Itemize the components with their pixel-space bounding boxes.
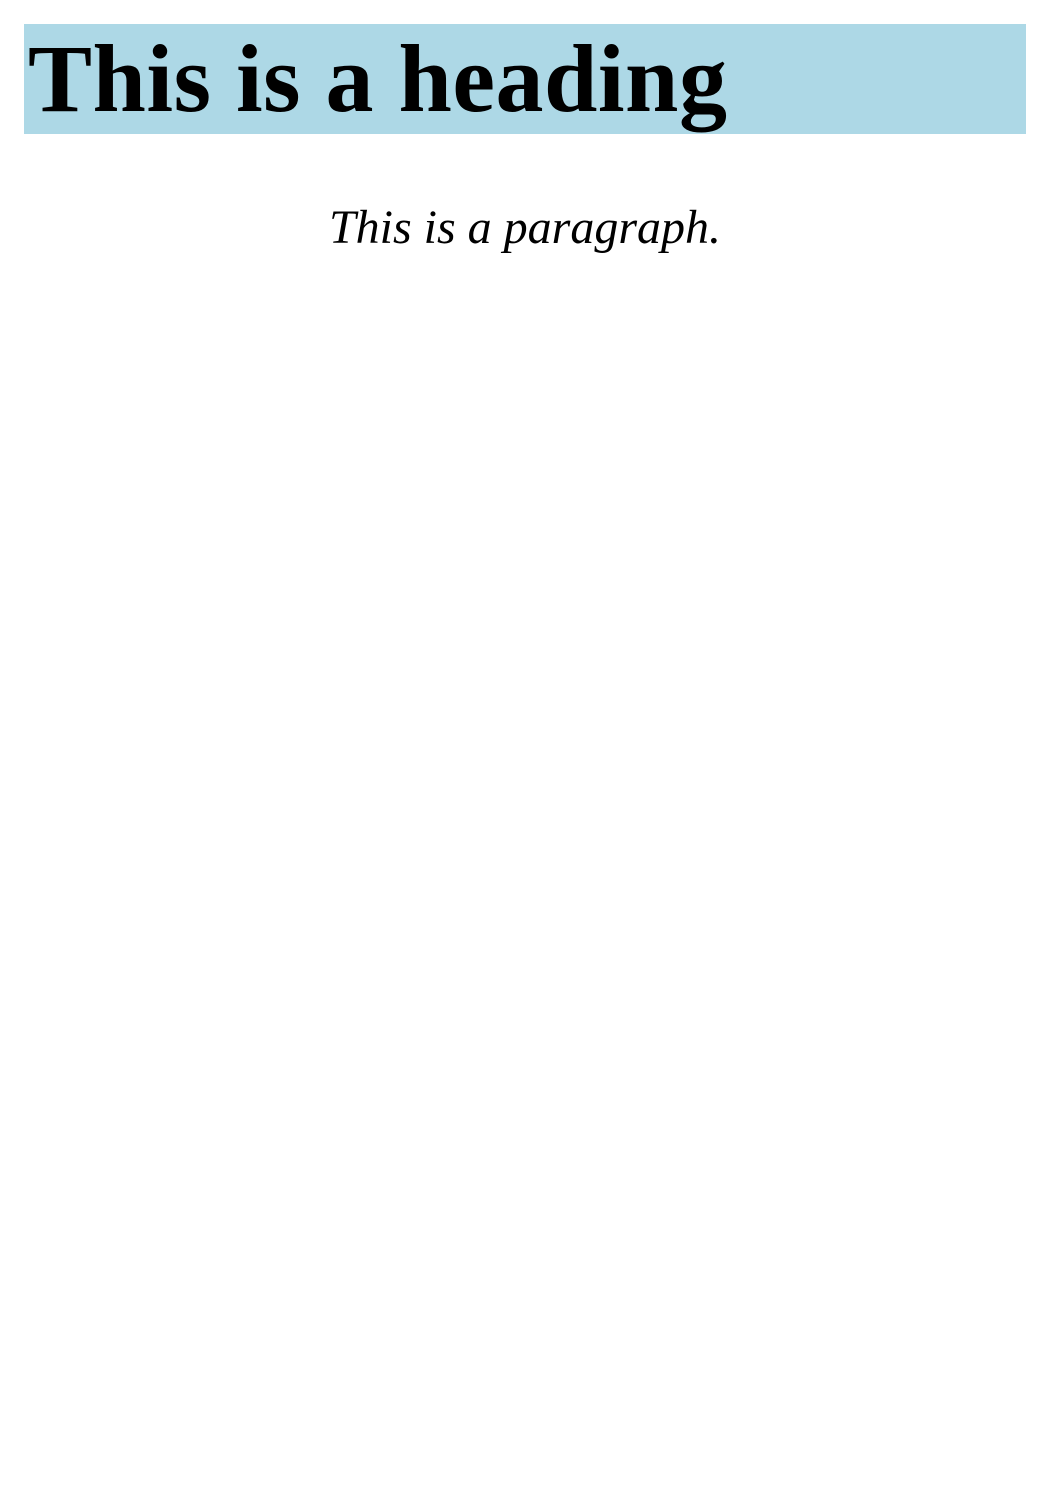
page-heading: This is a heading (24, 24, 1026, 134)
intro-paragraph: This is a paragraph. (328, 201, 722, 254)
document-page: This is a heading This is a paragraph. (0, 0, 1050, 1497)
